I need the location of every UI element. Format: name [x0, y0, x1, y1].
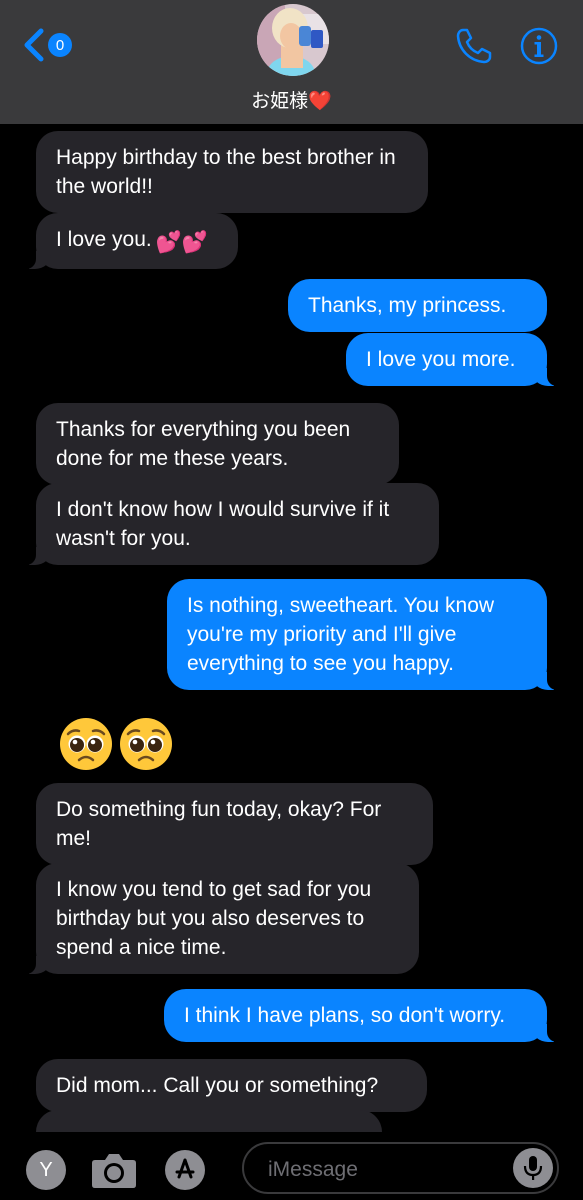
- chevron-left-icon: [24, 28, 44, 62]
- message-text: Do something fun today, okay? For me!: [56, 798, 382, 850]
- info-icon[interactable]: [519, 26, 559, 71]
- message-text: Did mom... Call you or something?: [56, 1074, 379, 1097]
- back-button[interactable]: 0: [22, 28, 72, 62]
- message-received[interactable]: Thanks for everything you been done for …: [36, 403, 399, 485]
- message-received[interactable]: Do something fun today, okay? For me!: [36, 783, 433, 865]
- message-text: I love you more.: [366, 348, 516, 371]
- message-sent[interactable]: I love you more.: [346, 333, 573, 386]
- composer-bar: Y: [0, 1132, 583, 1200]
- message-received[interactable]: I know you tend to get sad for you birth…: [10, 863, 419, 974]
- contact-avatar[interactable]: [257, 4, 329, 76]
- message-input-container[interactable]: [242, 1142, 559, 1194]
- two-hearts-emoji: 💕💕: [155, 231, 209, 254]
- message-text: I think I have plans, so don't worry.: [184, 1004, 506, 1027]
- message-sent[interactable]: Thanks, my princess.: [288, 279, 547, 332]
- unread-badge: 0: [48, 33, 72, 57]
- message-text: I know you tend to get sad for you birth…: [56, 878, 372, 959]
- message-received[interactable]: I love you. 💕💕: [10, 213, 238, 269]
- pleading-face-icon: [60, 718, 112, 770]
- pleading-face-emoji[interactable]: [58, 716, 174, 772]
- message-received[interactable]: Happy birthday to the best brother in th…: [36, 131, 428, 213]
- appstore-icon[interactable]: [165, 1150, 205, 1190]
- message-input[interactable]: [266, 1155, 510, 1185]
- message-text: I don't know how I would survive if it w…: [56, 498, 390, 550]
- message-sent[interactable]: Is nothing, sweetheart. You know you're …: [167, 579, 573, 690]
- camera-icon[interactable]: [90, 1150, 138, 1195]
- app-drawer-button[interactable]: Y: [26, 1150, 66, 1190]
- microphone-icon[interactable]: [513, 1148, 553, 1188]
- message-sent[interactable]: I think I have plans, so don't worry.: [164, 989, 573, 1042]
- message-received-partial[interactable]: [36, 1110, 382, 1132]
- message-received[interactable]: I don't know how I would survive if it w…: [10, 483, 439, 565]
- message-text: Is nothing, sweetheart. You know you're …: [187, 594, 495, 675]
- phone-icon[interactable]: [454, 26, 494, 71]
- message-received[interactable]: Did mom... Call you or something?: [36, 1059, 427, 1112]
- message-text: Happy birthday to the best brother in th…: [56, 146, 396, 198]
- message-text: Thanks for everything you been done for …: [56, 418, 351, 470]
- conversation-header: 0 お姫様❤️: [0, 0, 583, 124]
- message-text: I love you.: [56, 228, 152, 251]
- message-text: Thanks, my princess.: [308, 294, 507, 317]
- contact-name[interactable]: お姫様❤️: [0, 86, 583, 113]
- message-thread[interactable]: Happy birthday to the best brother in th…: [0, 124, 583, 1132]
- pleading-face-icon: [120, 718, 172, 770]
